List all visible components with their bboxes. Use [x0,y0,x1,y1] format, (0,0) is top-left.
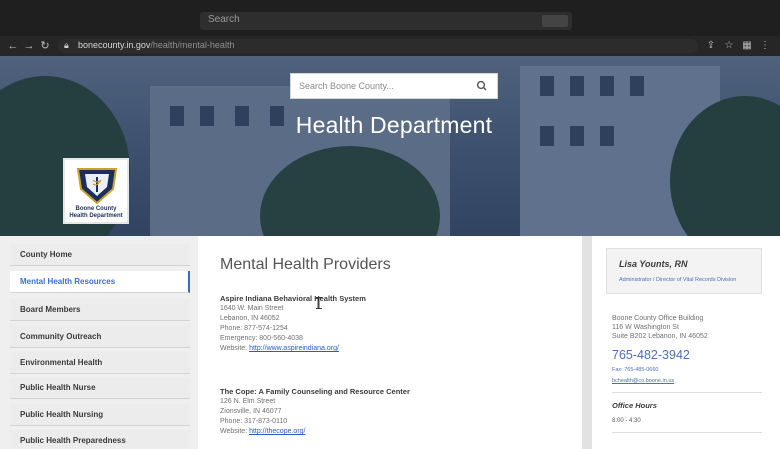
sidebar-item-label: Community Outreach [20,332,102,341]
forward-arrow-icon[interactable]: → [22,39,36,53]
office-address-line: Suite B202 Lebanon, IN 46052 [612,333,708,340]
extensions-icon[interactable]: ▦ [740,39,754,53]
provider-website-link[interactable]: http://www.aspireindiana.org/ [249,345,339,352]
divider-line [612,432,762,433]
provider-website-row: Website: http://thecope.org/ [220,427,560,437]
sidebar-item-environmental-health[interactable]: Environmental Health [10,352,190,374]
logo-text-line1: Boone County [75,206,117,212]
sidebar-item-label: Environmental Health [20,358,103,367]
office-address-line: Boone County Office Building [612,315,704,322]
reload-icon[interactable]: ↻ [38,39,52,53]
hero-banner: Search Boone County... Health Department… [0,56,780,236]
page-title: Mental Health Providers [220,256,391,273]
browser-titlebar: Search [0,0,780,36]
provider-entry: Aspire Indiana Behavioral Health System … [220,293,560,354]
logo-text-line2: Health Department [69,213,123,219]
website-label: Website: [220,428,248,435]
browser-search-box[interactable]: Search [200,12,572,30]
bookmark-icon[interactable]: ☆ [722,39,736,53]
office-hours-value: 8:00 - 4:30 [612,418,641,424]
provider-phone: Phone: 317-873-0110 [220,418,288,425]
sidebar-item-county-home[interactable]: County Home [10,244,190,266]
column-divider [582,236,592,449]
shield-icon [76,168,118,205]
divider-line [612,392,762,393]
sidebar-item-public-health-nursing[interactable]: Public Health Nursing [10,404,190,426]
url-field[interactable]: 🔒︎ bonecounty.in.gov/health/mental-healt… [58,39,698,53]
provider-address: 1640 W. Main Street [220,305,284,312]
sidebar-item-label: Board Members [20,305,81,314]
sidebar-item-mental-health-resources[interactable]: Mental Health Resources [10,271,190,293]
browser-search-button[interactable] [542,15,568,27]
contact-name: Lisa Younts, RN [619,259,688,269]
back-arrow-icon[interactable]: ← [6,39,20,53]
url-host: bonecounty.in.gov [78,40,151,50]
provider-entry: The Cope: A Family Counseling and Resour… [220,386,560,437]
page-hero-title: Health Department [295,112,493,138]
office-email-link[interactable]: bchealth@co.boone.in.us [612,378,674,384]
url-text: bonecounty.in.gov/health/mental-health [78,40,234,50]
screen: Search ← → ↻ 🔒︎ bonecounty.in.gov/health… [0,0,780,449]
provider-phone: Phone: 877-574-1254 [220,325,288,332]
contact-card: Lisa Younts, RN Administrator / Director… [606,248,762,294]
website-label: Website: [220,345,248,352]
provider-website-link[interactable]: http://thecope.org/ [249,428,305,435]
office-hours-heading: Office Hours [612,401,657,410]
url-path: /health/mental-health [150,40,235,50]
health-department-logo[interactable]: Boone County Health Department [63,158,129,224]
sidebar-item-label: Public Health Nursing [20,410,104,419]
sidebar-nav: County Home Mental Health Resources Boar… [10,242,190,449]
search-icon[interactable] [473,77,491,95]
provider-website-row: Website: http://www.aspireindiana.org/ [220,344,560,354]
sidebar-item-label: Public Health Nurse [20,383,96,392]
sidebar-item-label: Public Health Preparedness [20,436,126,445]
browser-search-label: Search [208,14,240,25]
office-phone[interactable]: 765-482-3942 [612,348,690,362]
contact-sidebar: Lisa Younts, RN Administrator / Director… [592,236,780,449]
menu-icon[interactable]: ⋮ [758,39,772,53]
sidebar-item-board-members[interactable]: Board Members [10,299,190,321]
provider-city: Lebanon, IN 46052 [220,315,280,322]
share-icon[interactable]: ⇪ [704,39,718,53]
provider-emergency: Emergency: 800-560-4038 [220,335,303,342]
main-content: Mental Health Providers Aspire Indiana B… [198,236,582,449]
browser-addressbar: ← → ↻ 🔒︎ bonecounty.in.gov/health/mental… [0,36,780,56]
sidebar-item-public-health-preparedness[interactable]: Public Health Preparedness [10,430,190,449]
provider-city: Zionsville, IN 46077 [220,408,282,415]
provider-address: 126 N. Elm Street [220,398,276,405]
provider-name: Aspire Indiana Behavioral Health System [220,294,366,303]
site-search-input[interactable]: Search Boone County... [290,73,498,99]
office-address-line: 116 W Washington St [612,324,679,331]
sidebar-item-label: County Home [20,250,72,259]
sidebar-item-public-health-nurse[interactable]: Public Health Nurse [10,377,190,399]
sidebar-item-label: Mental Health Resources [20,277,116,286]
text-cursor-icon [316,297,322,309]
lock-icon: 🔒︎ [64,40,69,50]
contact-title: Administrator / Director of Vital Record… [619,277,737,283]
sidebar-item-community-outreach[interactable]: Community Outreach [10,326,190,348]
office-fax: Fax: 765-485-0660 [612,367,659,373]
site-search-placeholder: Search Boone County... [299,81,394,91]
provider-name: The Cope: A Family Counseling and Resour… [220,387,410,396]
